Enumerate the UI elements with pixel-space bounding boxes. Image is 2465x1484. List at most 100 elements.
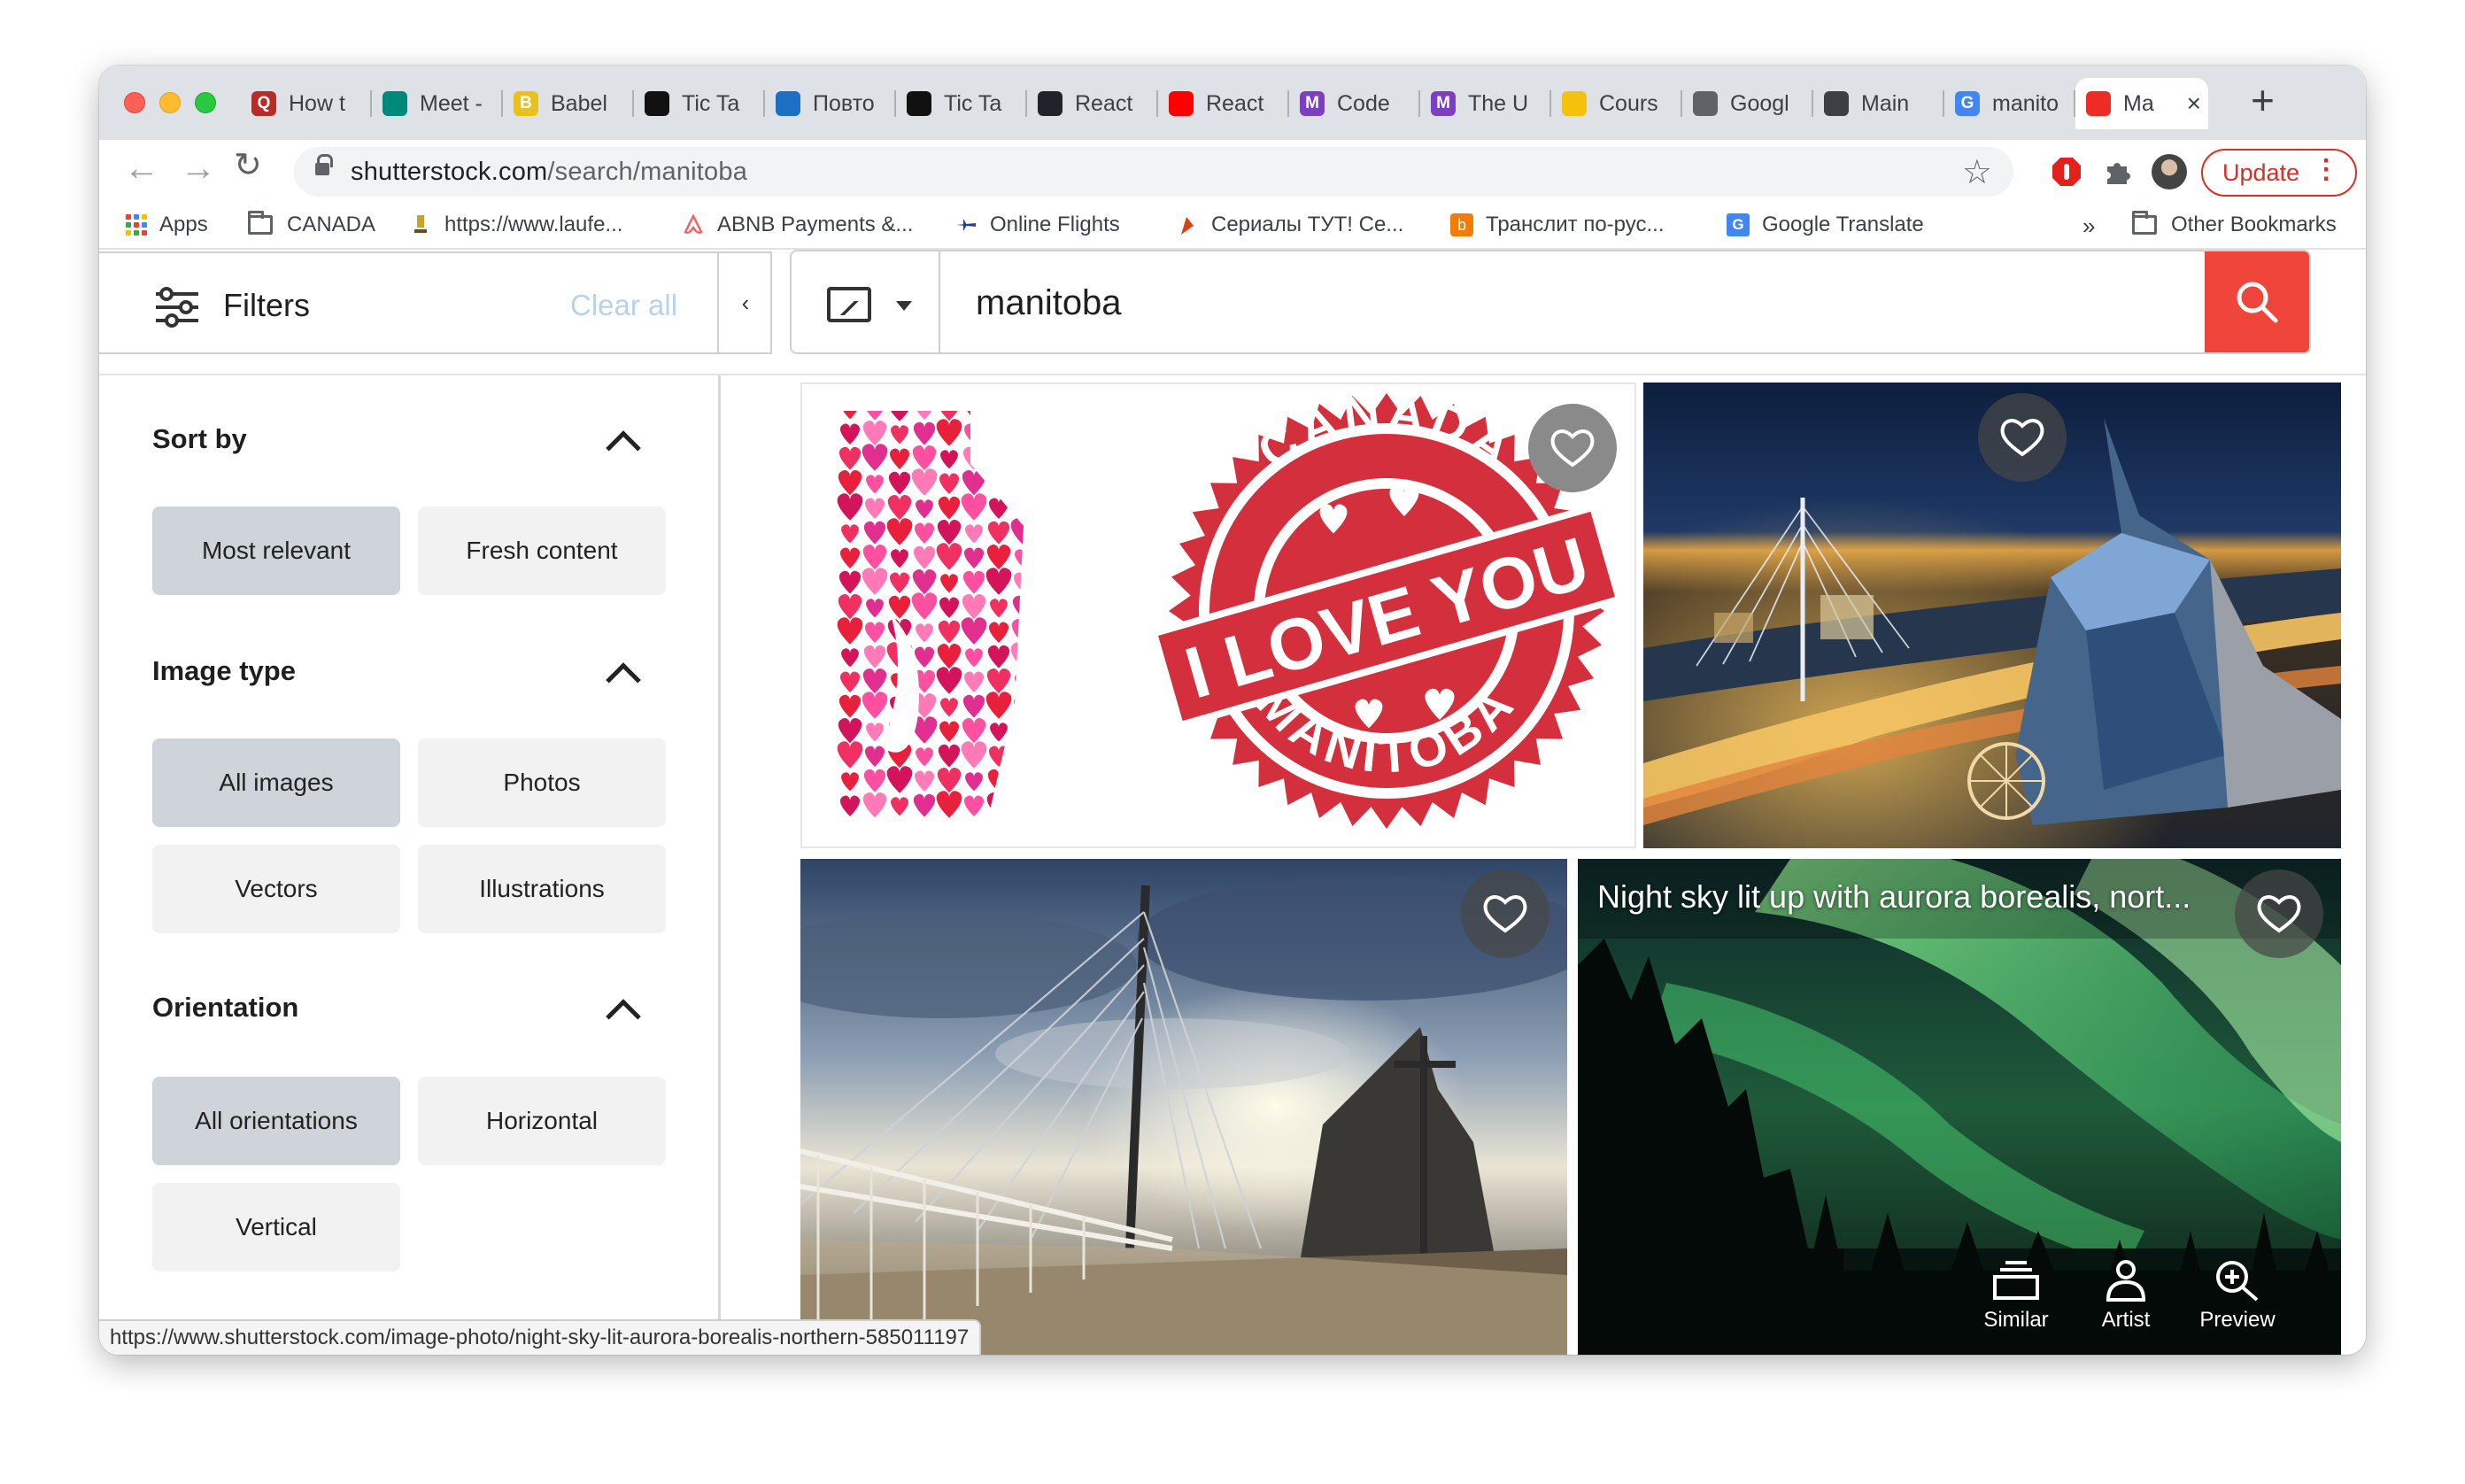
- filters-sidebar: Sort by Most relevant Fresh content Imag…: [99, 375, 721, 1355]
- browser-tab[interactable]: Ma ×: [2075, 78, 2208, 129]
- bookmark-canada[interactable]: CANADA: [248, 211, 375, 237]
- bookmark-abnb-payments[interactable]: ABNB Payments &...: [682, 213, 913, 237]
- image-caption: Night sky lit up with aurora borealis, n…: [1597, 878, 2191, 915]
- chip-vertical[interactable]: Vertical: [152, 1183, 400, 1271]
- trophy-icon: [409, 213, 432, 236]
- extensions-puzzle-icon[interactable]: [2102, 156, 2134, 188]
- bookmark-label: Online Flights: [990, 213, 1120, 236]
- zoom-window-button[interactable]: [195, 92, 216, 113]
- collapse-filters-button[interactable]: ‹: [717, 253, 772, 352]
- similar-label: Similar: [1983, 1308, 2049, 1332]
- address-bar[interactable]: shutterstock.com/search/manitoba ☆: [294, 147, 2013, 197]
- image-type-dropdown[interactable]: [792, 251, 940, 352]
- chip-illustrations[interactable]: Illustrations: [418, 845, 666, 933]
- search-input[interactable]: manitoba: [976, 283, 1122, 323]
- chevron-left-icon: ‹: [741, 289, 750, 316]
- artist-button[interactable]: Artist: [2077, 1259, 2175, 1333]
- status-bar-url: https://www.shutterstock.com/image-photo…: [99, 1319, 982, 1355]
- chevron-up-icon[interactable]: [606, 999, 641, 1034]
- tab-title: Meet -: [420, 90, 483, 116]
- save-heart-icon[interactable]: [1528, 404, 1617, 492]
- film-icon: [1176, 213, 1199, 236]
- chevron-up-icon[interactable]: [606, 662, 641, 698]
- bookmark-serialy[interactable]: Сериалы ТУТ! Се...: [1176, 213, 1403, 237]
- clear-all-button[interactable]: Clear all: [570, 289, 677, 322]
- url-domain: shutterstock.com: [351, 158, 548, 186]
- chip-photos[interactable]: Photos: [418, 738, 666, 827]
- tab-title: manito: [1992, 90, 2059, 116]
- browser-tab[interactable]: Meet -: [372, 78, 503, 129]
- bookmark-laufe[interactable]: https://www.laufe...: [409, 213, 622, 237]
- bookmark-online-flights[interactable]: Online Flights: [954, 213, 1120, 237]
- esplanade-bridge-image: [800, 859, 1567, 1355]
- tab-title: Babel: [551, 90, 607, 116]
- chip-all-orientations[interactable]: All orientations: [152, 1077, 400, 1165]
- react-icon: [1038, 91, 1062, 116]
- url-text[interactable]: shutterstock.com/search/manitoba: [351, 158, 747, 187]
- bookmark-label: Apps: [159, 213, 208, 236]
- new-tab-button[interactable]: +: [2251, 80, 2275, 120]
- browser-tab[interactable]: React: [1027, 78, 1158, 129]
- browser-tab[interactable]: React: [1158, 78, 1289, 129]
- chip-most-relevant[interactable]: Most relevant: [152, 506, 400, 595]
- browser-tab[interactable]: Повто: [765, 78, 896, 129]
- bookmark-translit[interactable]: b Транслит по-рус...: [1450, 213, 1664, 237]
- browser-tab[interactable]: Cours: [1551, 78, 1682, 129]
- chip-all-images[interactable]: All images: [152, 738, 400, 827]
- quora-icon: Q: [251, 91, 276, 116]
- preview-button[interactable]: Preview: [2189, 1259, 2286, 1333]
- bookmark-apps[interactable]: Apps: [126, 213, 208, 237]
- browser-tab[interactable]: Gmanito: [1944, 78, 2075, 129]
- bookmark-google-translate[interactable]: G Google Translate: [1727, 213, 1924, 237]
- preview-zoom-icon: [2216, 1261, 2259, 1302]
- preview-label: Preview: [2199, 1308, 2276, 1332]
- section-title-sort-by: Sort by: [152, 423, 247, 454]
- profile-avatar[interactable]: [2152, 154, 2187, 189]
- save-heart-icon[interactable]: [1461, 870, 1549, 958]
- bookmark-star-icon[interactable]: ☆: [1962, 152, 1992, 192]
- tab-title: React: [1206, 90, 1264, 116]
- similar-button[interactable]: Similar: [1967, 1259, 2065, 1333]
- globe-icon: [1824, 91, 1849, 116]
- close-window-button[interactable]: [124, 92, 145, 113]
- minimize-window-button[interactable]: [159, 92, 181, 113]
- shutterstock-icon: [2086, 91, 2111, 116]
- more-menu-icon[interactable]: ⋮: [2313, 154, 2339, 185]
- save-heart-icon[interactable]: [2235, 870, 2323, 958]
- bookmark-label: Сериалы ТУТ! Се...: [1211, 213, 1404, 236]
- airbnb-icon: [682, 213, 705, 236]
- reload-icon[interactable]: ↻: [234, 149, 262, 182]
- back-arrow-icon[interactable]: ←: [124, 151, 159, 186]
- browser-tab[interactable]: Tic Ta: [634, 78, 765, 129]
- translit-icon: b: [1450, 213, 1473, 236]
- result-tile-aurora-borealis[interactable]: Night sky lit up with aurora borealis, n…: [1578, 859, 2341, 1355]
- browser-tab[interactable]: Googl: [1682, 78, 1813, 129]
- result-tile-winnipeg-night[interactable]: [1643, 383, 2341, 848]
- browser-tab[interactable]: M Code: [1289, 78, 1420, 129]
- chip-fresh-content[interactable]: Fresh content: [418, 506, 666, 595]
- update-button[interactable]: Update ⋮: [2201, 149, 2357, 197]
- filter-sliders-icon[interactable]: [154, 287, 200, 328]
- chevron-up-icon[interactable]: [606, 430, 641, 466]
- search-button[interactable]: [2205, 251, 2309, 352]
- result-tile-love-manitoba[interactable]: CANADA MANITOBA I LOVE YOU: [800, 383, 1636, 848]
- browser-tab[interactable]: Main: [1813, 78, 1944, 129]
- adblock-extension-icon[interactable]: [2051, 156, 2082, 188]
- browser-tab[interactable]: B Babel: [503, 78, 634, 129]
- other-bookmarks[interactable]: Other Bookmarks: [2132, 211, 2337, 237]
- browser-tab[interactable]: Q How t: [241, 78, 372, 129]
- photos-icon: [1693, 91, 1718, 116]
- codewars-icon: M: [1431, 91, 1456, 116]
- result-tile-esplanade-bridge[interactable]: [800, 859, 1567, 1355]
- browser-tab[interactable]: Tic Ta: [896, 78, 1027, 129]
- bookmark-label: Google Translate: [1762, 213, 1924, 236]
- close-tab-icon[interactable]: ×: [2187, 89, 2201, 118]
- lock-icon[interactable]: [315, 154, 333, 179]
- plane-icon: [954, 213, 978, 236]
- browser-tab[interactable]: M The U: [1420, 78, 1551, 129]
- chip-vectors[interactable]: Vectors: [152, 845, 400, 933]
- chip-horizontal[interactable]: Horizontal: [418, 1077, 666, 1165]
- bookmarks-overflow-button[interactable]: »: [2082, 213, 2095, 240]
- save-heart-icon[interactable]: [1978, 393, 2067, 482]
- forward-arrow-icon[interactable]: →: [181, 151, 216, 186]
